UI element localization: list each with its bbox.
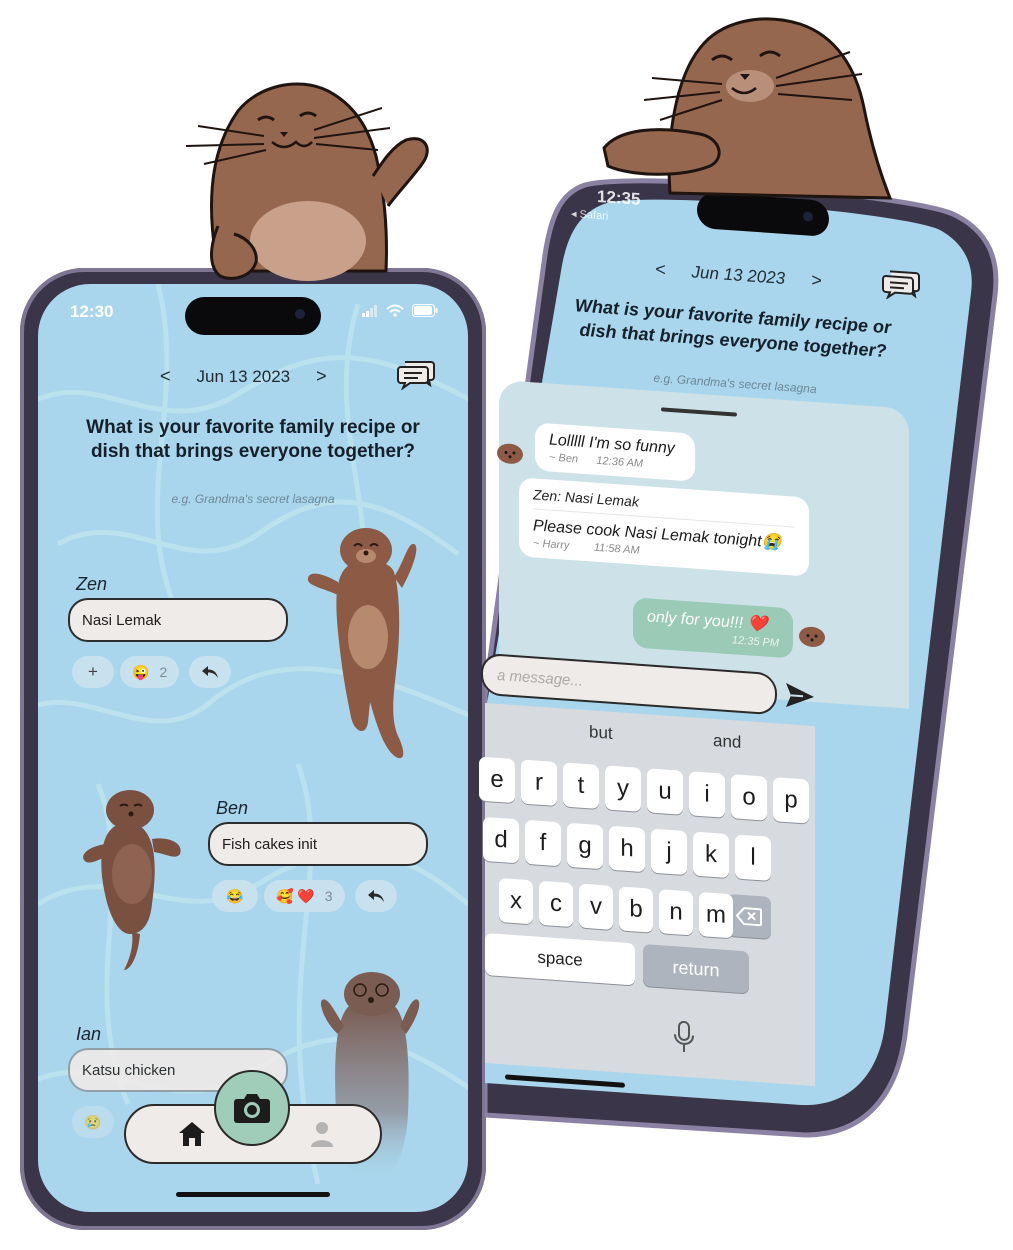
key-f[interactable]: f bbox=[525, 819, 561, 867]
camera-button[interactable] bbox=[214, 1070, 290, 1146]
add-reaction-button[interactable]: + bbox=[72, 656, 114, 688]
reaction-row: 😢 bbox=[72, 1106, 114, 1138]
return-key[interactable]: return bbox=[643, 944, 749, 994]
date-navigator: < Jun 13 2023 > bbox=[655, 259, 822, 292]
answer-bubble[interactable]: Nasi Lemak bbox=[68, 598, 288, 642]
key-n[interactable]: n bbox=[659, 889, 693, 936]
date-navigator: < Jun 13 2023 > bbox=[160, 366, 327, 387]
key-d[interactable]: d bbox=[483, 816, 519, 864]
profile-icon[interactable] bbox=[310, 1120, 334, 1148]
suggestion-but[interactable]: but bbox=[589, 722, 613, 744]
key-l[interactable]: l bbox=[735, 834, 771, 881]
dynamic-island bbox=[185, 297, 321, 335]
chat-bubbles-icon[interactable] bbox=[881, 267, 921, 302]
chat-bubbles-icon[interactable] bbox=[396, 358, 436, 390]
reply-arrow-icon bbox=[202, 666, 219, 678]
reaction-emoji: 🥰 ❤️ bbox=[276, 887, 315, 904]
reaction-count: 2 bbox=[159, 664, 168, 680]
reaction-pill[interactable]: 😂 bbox=[212, 880, 258, 912]
otter-resting-illustration bbox=[602, 17, 893, 200]
key-i[interactable]: i bbox=[689, 771, 725, 818]
backspace-icon bbox=[736, 907, 762, 927]
back-to-safari-link[interactable]: ◂ Safari bbox=[571, 207, 608, 223]
key-o[interactable]: o bbox=[731, 774, 767, 821]
wifi-icon bbox=[386, 304, 404, 317]
reaction-row: + 😜 2 bbox=[72, 656, 232, 688]
otter-avatar-icon bbox=[799, 626, 825, 647]
left-phone-screen: 12:30 < Jun 13 2023 > What is your favor… bbox=[38, 284, 468, 1212]
battery-icon bbox=[412, 304, 438, 317]
key-x[interactable]: x bbox=[499, 877, 533, 925]
question-hint: e.g. Grandma's secret lasagna bbox=[171, 492, 335, 506]
status-icons bbox=[362, 304, 438, 317]
answer-bubble[interactable]: Fish cakes init bbox=[208, 822, 428, 866]
answer-author: Zen bbox=[76, 574, 108, 594]
key-u[interactable]: u bbox=[647, 768, 683, 815]
otter-floating-illustration bbox=[307, 528, 417, 759]
suggestion-and[interactable]: and bbox=[713, 731, 741, 753]
key-k[interactable]: k bbox=[693, 831, 729, 879]
key-m[interactable]: m bbox=[699, 891, 733, 939]
key-g[interactable]: g bbox=[567, 822, 603, 870]
reaction-pill[interactable]: 🥰 ❤️ 3 bbox=[264, 880, 345, 912]
key-v[interactable]: v bbox=[579, 883, 613, 930]
key-e[interactable]: e bbox=[479, 756, 515, 804]
right-phone: 12:35 ◂ Safari < Jun 13 2023 > What is y… bbox=[479, 175, 1000, 1150]
key-c[interactable]: c bbox=[539, 880, 573, 928]
key-t[interactable]: t bbox=[563, 762, 599, 809]
key-y[interactable]: y bbox=[605, 765, 641, 812]
current-date: Jun 13 2023 bbox=[196, 366, 291, 386]
camera-icon bbox=[234, 1094, 270, 1123]
answer-author: Ian bbox=[76, 1024, 102, 1044]
prev-date-button[interactable]: < bbox=[160, 366, 171, 387]
home-indicator bbox=[176, 1192, 330, 1197]
reaction-emoji: 😜 bbox=[132, 663, 150, 680]
key-b[interactable]: b bbox=[619, 886, 653, 933]
question-text: What is your favorite family recipe or d… bbox=[574, 295, 892, 362]
reaction-pill[interactable]: 😢 bbox=[72, 1106, 114, 1138]
reply-button[interactable] bbox=[354, 880, 397, 912]
reaction-count: 3 bbox=[324, 888, 333, 904]
send-icon[interactable] bbox=[785, 682, 815, 710]
otter-avatar-icon bbox=[497, 443, 523, 464]
status-time: 12:30 bbox=[70, 302, 114, 321]
prev-date-button[interactable]: < bbox=[655, 259, 666, 281]
key-h[interactable]: h bbox=[609, 825, 645, 873]
question-text: What is your favorite family recipe or d… bbox=[86, 417, 420, 462]
backspace-key[interactable] bbox=[727, 893, 771, 939]
key-r[interactable]: r bbox=[521, 759, 557, 807]
home-icon[interactable] bbox=[178, 1121, 206, 1147]
key-p[interactable]: p bbox=[773, 777, 809, 824]
next-date-button[interactable]: > bbox=[811, 270, 822, 292]
key-j[interactable]: j bbox=[651, 828, 687, 876]
answer-author: Ben bbox=[216, 798, 249, 818]
reply-arrow-icon bbox=[367, 890, 384, 902]
reaction-row: 😂 🥰 ❤️ 3 bbox=[212, 880, 397, 912]
signal-icon bbox=[362, 304, 377, 317]
otter-waving-illustration bbox=[185, 82, 429, 281]
microphone-icon[interactable] bbox=[673, 1020, 695, 1054]
next-date-button[interactable]: > bbox=[316, 366, 327, 387]
otter-floating-illustration bbox=[83, 790, 181, 970]
current-date: Jun 13 2023 bbox=[691, 261, 786, 288]
home-indicator bbox=[505, 1074, 625, 1088]
reaction-pill[interactable]: 😜 2 bbox=[120, 656, 180, 688]
reply-button[interactable] bbox=[189, 656, 232, 688]
